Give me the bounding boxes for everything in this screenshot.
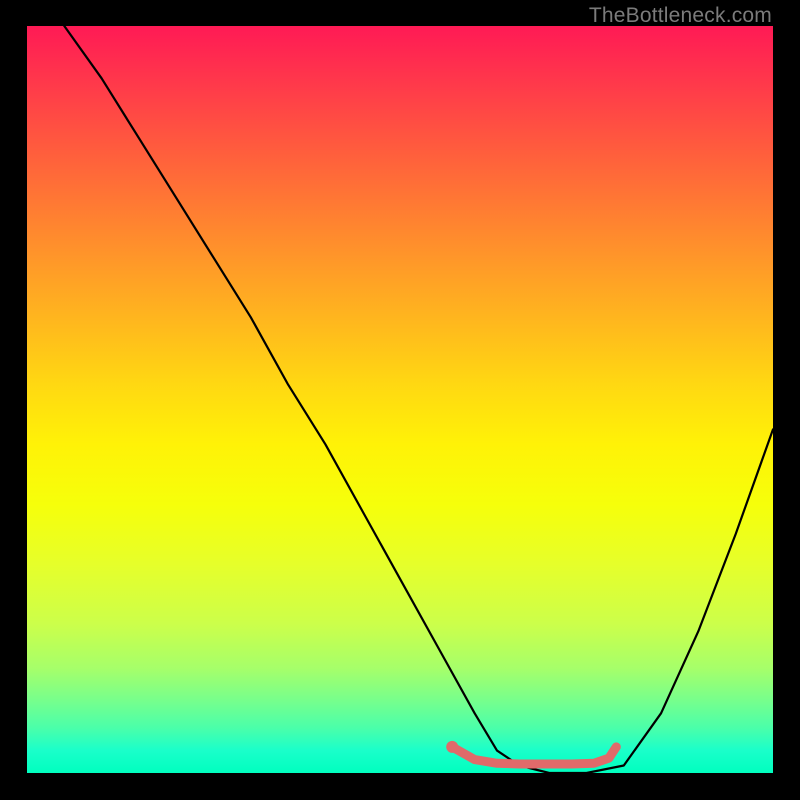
bottleneck-curve xyxy=(64,26,773,773)
optimal-flat-region xyxy=(452,747,616,764)
start-dot xyxy=(446,741,458,753)
chart-svg xyxy=(27,26,773,773)
plot-area xyxy=(27,26,773,773)
watermark-text: TheBottleneck.com xyxy=(589,4,772,28)
chart-frame: TheBottleneck.com xyxy=(0,0,800,800)
